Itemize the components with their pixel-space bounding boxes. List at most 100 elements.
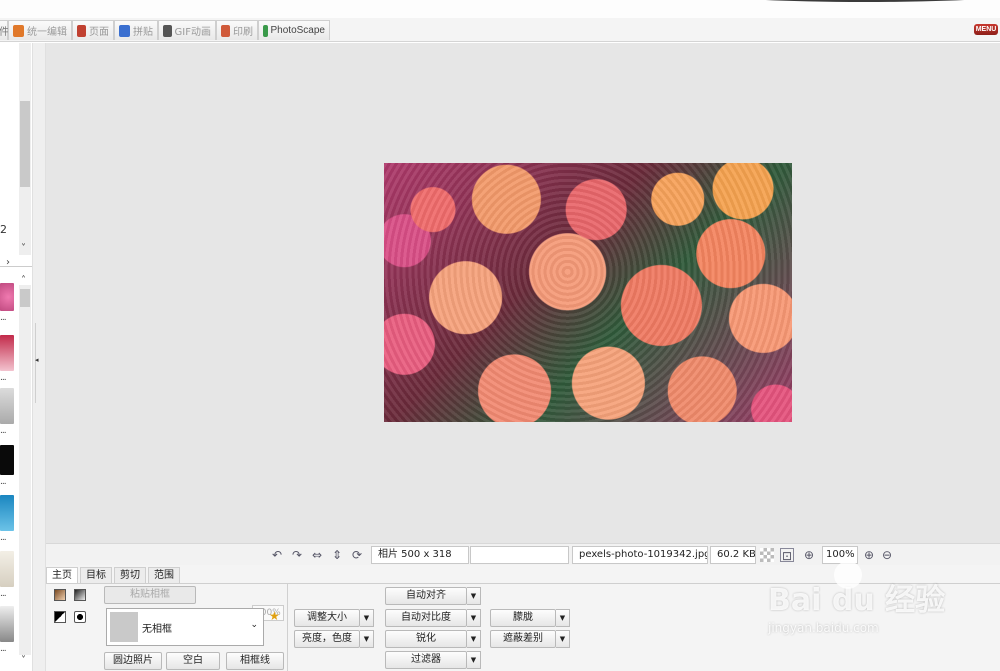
backlight-button[interactable]: 朦胧: [490, 609, 556, 627]
tab-label: PhotoScape: [270, 25, 326, 36]
panel-splitter[interactable]: ◂: [32, 43, 46, 671]
thumbnail-image[interactable]: [0, 551, 14, 587]
frame-group: 粘贴相框 100% 无相框 ⌄ ★ 圆边照片 空白 相框线: [48, 584, 288, 671]
main-tab-bar: 件 统一编辑 页面 拼贴 GIF动画 印刷 PhotoScape MENU: [0, 18, 1000, 42]
deblemish-button[interactable]: 遮蔽差别: [490, 630, 556, 648]
zoom-out-icon[interactable]: ⊖: [880, 548, 894, 562]
thumbnail-caption: ...: [0, 589, 7, 599]
frame-select-value: 无相框: [142, 624, 172, 635]
frame-preview: [110, 612, 138, 642]
rotate-left-icon[interactable]: ↶: [270, 548, 284, 562]
page-icon: [77, 24, 86, 37]
editor-panel: 主页 目标 剪切 范围 粘贴相框 100% 无相框 ⌄ ★ 圆边照片 空白 相框…: [46, 565, 1000, 671]
frame-gradient-icon[interactable]: [74, 589, 86, 601]
contrast-icon[interactable]: [54, 611, 66, 623]
collage-icon: [119, 24, 130, 37]
status-bar: ↶ ↷ ⇔ ⇕ ⟳ 相片 500 x 318 pexels-photo-1019…: [46, 543, 1000, 565]
scroll-down-icon[interactable]: ˅: [21, 655, 26, 666]
tab-print[interactable]: 印刷: [216, 20, 258, 40]
print-icon: [221, 24, 230, 37]
thumbnail-image[interactable]: [0, 495, 14, 531]
thumbnail-image[interactable]: [0, 335, 14, 371]
filter-button[interactable]: 过滤器: [385, 651, 467, 669]
tab-object[interactable]: 目标: [80, 567, 112, 584]
frame-color-icon[interactable]: [54, 589, 66, 601]
panel-divider: [0, 266, 32, 267]
folder-scrollbar[interactable]: [19, 43, 31, 255]
scrollbar-thumb[interactable]: [20, 289, 30, 307]
zoom-actual-icon[interactable]: ⊕: [802, 548, 816, 562]
folder-label-fragment: 2: [0, 223, 7, 236]
rotate-right-icon[interactable]: ↷: [290, 548, 304, 562]
status-empty-field: [470, 546, 569, 564]
zoom-in-icon[interactable]: ⊕: [862, 548, 876, 562]
chevron-down-icon: ⌄: [250, 620, 258, 630]
flip-horizontal-icon[interactable]: ⇔: [310, 548, 324, 562]
sharpen-button[interactable]: 锐化: [385, 630, 467, 648]
tab-editor[interactable]: 统一编辑: [8, 20, 72, 40]
sharpen-dropdown-icon[interactable]: ▼: [467, 630, 481, 648]
tab-collage[interactable]: 拼贴: [114, 20, 158, 40]
thumbnail-caption: ...: [0, 313, 7, 323]
filter-dropdown-icon[interactable]: ▼: [467, 651, 481, 669]
tab-page[interactable]: 页面: [72, 20, 114, 40]
thumbnail-image[interactable]: [0, 445, 14, 475]
photo-edit-icon: [13, 24, 24, 37]
round-photo-button[interactable]: 圆边照片: [104, 652, 162, 670]
refresh-icon[interactable]: ⟳: [350, 548, 364, 562]
tab-viewer[interactable]: 件: [0, 20, 9, 40]
auto-level-button[interactable]: 自动对齐: [385, 587, 467, 605]
menu-button[interactable]: MENU: [974, 24, 998, 35]
tab-crop[interactable]: 剪切: [114, 567, 146, 584]
tab-region[interactable]: 范围: [148, 567, 180, 584]
photo-size-field: 相片 500 x 318: [371, 546, 469, 564]
image-canvas[interactable]: [46, 43, 1000, 543]
auto-contrast-button[interactable]: 自动对比度: [385, 609, 467, 627]
deblemish-dropdown-icon[interactable]: ▼: [556, 630, 570, 648]
frame-select[interactable]: 无相框 ⌄: [106, 608, 264, 646]
backlight-dropdown-icon[interactable]: ▼: [556, 609, 570, 627]
mask-icon[interactable]: [74, 611, 86, 623]
tab-label: 拼贴: [133, 27, 153, 38]
tab-label: 印刷: [233, 27, 253, 38]
photoscape-window: 件 统一编辑 页面 拼贴 GIF动画 印刷 PhotoScape MENU ˅ …: [0, 0, 1000, 671]
resize-button[interactable]: 调整大小: [294, 609, 360, 627]
zoom-level-field: 100%: [822, 546, 858, 564]
tab-home[interactable]: 主页: [46, 567, 78, 584]
paste-frame-button[interactable]: 粘贴相框: [104, 586, 196, 604]
transparency-icon[interactable]: [760, 548, 774, 562]
thumbnail-scrollbar[interactable]: [19, 285, 31, 655]
tab-label: GIF动画: [174, 27, 211, 38]
brightness-dropdown-icon[interactable]: ▼: [360, 630, 374, 648]
photoscape-icon: [263, 24, 268, 37]
thumbnail-image[interactable]: [0, 606, 14, 642]
thumbnail-caption: ...: [0, 426, 7, 436]
zoom-fit-icon[interactable]: ⊡: [780, 548, 794, 563]
tab-photoscape[interactable]: PhotoScape: [258, 20, 330, 40]
thumbnail-image[interactable]: [0, 283, 14, 311]
scroll-down-icon[interactable]: ˅: [21, 243, 26, 254]
top-strip: [0, 0, 1000, 18]
gif-icon: [163, 24, 172, 37]
auto-level-dropdown-icon[interactable]: ▼: [467, 587, 481, 605]
flip-vertical-icon[interactable]: ⇕: [330, 548, 344, 562]
favorite-star-icon[interactable]: ★: [269, 609, 280, 623]
resize-dropdown-icon[interactable]: ▼: [360, 609, 374, 627]
filename-field: pexels-photo-1019342.jpg: [572, 546, 708, 564]
thumbnail-caption: ...: [0, 477, 7, 487]
thumbnail-image[interactable]: [0, 388, 14, 424]
tab-gif[interactable]: GIF动画: [158, 20, 216, 40]
brightness-color-button[interactable]: 亮度，色度: [294, 630, 360, 648]
rose-photo[interactable]: [384, 163, 792, 422]
thumbnail-caption: ...: [0, 533, 7, 543]
collapse-left-icon[interactable]: ◂: [35, 356, 39, 364]
tab-label: 统一编辑: [27, 27, 67, 38]
auto-contrast-dropdown-icon[interactable]: ▼: [467, 609, 481, 627]
thumbnail-caption: ...: [0, 644, 7, 654]
thumbnail-caption: ...: [0, 373, 7, 383]
tab-label: 页面: [89, 27, 109, 38]
blank-button[interactable]: 空白: [166, 652, 220, 670]
frame-line-button[interactable]: 相框线: [226, 652, 284, 670]
filesize-field: 60.2 KB: [710, 546, 756, 564]
scrollbar-thumb[interactable]: [20, 101, 30, 187]
